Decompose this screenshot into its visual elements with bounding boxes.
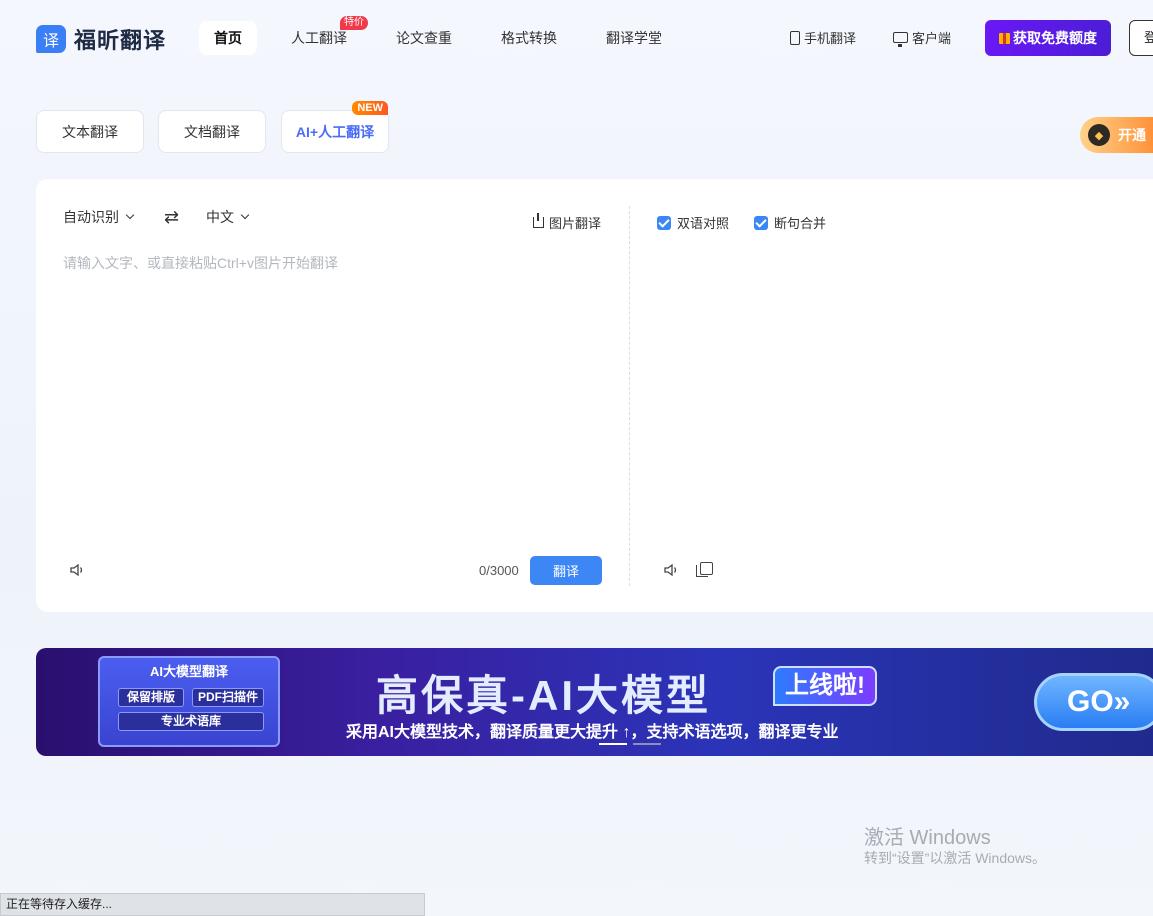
panel-divider	[629, 206, 630, 586]
tab-text-translate[interactable]: 文本翻译	[36, 110, 144, 153]
phone-icon	[790, 30, 800, 45]
tab-document-translate[interactable]: 文档翻译	[158, 110, 266, 153]
carousel-dot-active[interactable]	[599, 743, 627, 745]
source-text-input[interactable]	[63, 253, 603, 533]
logo-icon: 译	[36, 25, 66, 53]
nav-format-convert[interactable]: 格式转换	[486, 21, 572, 55]
chevron-down-icon	[125, 210, 135, 220]
target-language-select[interactable]: 中文	[206, 207, 250, 227]
carousel-dot[interactable]	[633, 743, 661, 745]
client-label: 客户端	[912, 31, 952, 46]
nav-home[interactable]: 首页	[199, 21, 257, 55]
top-header: 译 福昕翻译 首页 人工翻译 特价 论文查重 格式转换 翻译学堂 手机翻译 客户…	[0, 0, 1153, 76]
promo-banner[interactable]: AI大模型翻译 保留排版 PDF扫描件 专业术语库 高保真-AI大模型 上线啦!…	[36, 648, 1153, 756]
banner-go-button[interactable]: GO»	[1034, 673, 1153, 731]
translate-button[interactable]: 翻译	[530, 556, 602, 585]
free-quota-label: 获取免费额度	[1013, 30, 1097, 46]
nav-translation-academy[interactable]: 翻译学堂	[591, 21, 677, 55]
banner-online-tag: 上线啦!	[773, 666, 877, 706]
checkbox-checked-icon	[754, 215, 768, 230]
vip-open-button[interactable]: ◆ 开通	[1080, 117, 1153, 153]
bilingual-checkbox[interactable]: 双语对照	[657, 213, 729, 232]
activation-watermark-title: 激活 Windows	[864, 827, 991, 849]
main-nav: 首页 人工翻译 特价 论文查重 格式转换 翻译学堂	[199, 16, 696, 55]
nav-plagiarism-check[interactable]: 论文查重	[381, 21, 467, 55]
speaker-icon[interactable]	[69, 562, 85, 578]
login-button[interactable]: 登	[1129, 20, 1153, 56]
activation-watermark-text: 转到“设置”以激活 Windows。	[864, 850, 1047, 866]
banner-chip-terms: 专业术语库	[118, 712, 264, 731]
diamond-icon: ◆	[1088, 124, 1110, 146]
logo[interactable]: 译 福昕翻译	[36, 23, 166, 55]
image-translate-button[interactable]: 图片翻译	[533, 213, 601, 232]
swap-languages-icon[interactable]: ⇄	[164, 207, 179, 228]
browser-status-bar: 正在等待存入缓存...	[0, 893, 425, 916]
logo-text: 福昕翻译	[74, 28, 167, 53]
banner-feature-card: AI大模型翻译 保留排版 PDF扫描件 专业术语库	[98, 656, 280, 747]
mobile-translate-label: 手机翻译	[804, 31, 857, 46]
gift-icon	[999, 32, 1010, 44]
nav-human-translation[interactable]: 人工翻译 特价	[276, 16, 368, 55]
copy-icon[interactable]	[696, 562, 713, 577]
carousel-dots	[599, 743, 667, 745]
merge-sentences-checkbox[interactable]: 断句合并	[754, 213, 826, 232]
banner-card-title: AI大模型翻译	[149, 664, 228, 679]
tab-ai-human-label: AI+人工翻译	[295, 123, 375, 140]
monitor-icon	[893, 32, 908, 47]
client-link[interactable]: 客户端	[893, 28, 951, 47]
tab-ai-human-translate[interactable]: AI+人工翻译 NEW	[281, 101, 389, 153]
checkbox-checked-icon	[657, 215, 671, 230]
mobile-translate-link[interactable]: 手机翻译	[790, 28, 856, 47]
banner-chip-pdf: PDF扫描件	[192, 688, 264, 707]
source-language-select[interactable]: 自动识别	[63, 207, 135, 227]
speaker-icon[interactable]	[663, 562, 679, 578]
image-translate-label: 图片翻译	[549, 216, 602, 231]
nav-human-translation-label: 人工翻译	[291, 30, 347, 46]
translation-panel: 自动识别 ⇄ 中文 图片翻译 0/3000 翻译 双语对照 断句合并	[36, 179, 1153, 612]
new-badge: NEW	[352, 101, 388, 115]
banner-title: 高保真-AI大模型	[376, 672, 711, 719]
char-count: 0/3000	[479, 563, 519, 578]
vip-label: 开通	[1118, 127, 1146, 143]
sale-badge: 特价	[340, 16, 368, 30]
target-language-label: 中文	[206, 209, 234, 225]
merge-sentences-label: 断句合并	[774, 216, 827, 231]
bilingual-label: 双语对照	[677, 216, 730, 231]
banner-subtitle: 采用AI大模型技术，翻译质量更大提升 ↑，支持术语选项，翻译更专业	[346, 724, 839, 741]
upload-icon	[533, 213, 544, 228]
free-quota-button[interactable]: 获取免费额度	[985, 20, 1111, 56]
banner-chip-layout: 保留排版	[118, 688, 184, 707]
source-language-label: 自动识别	[63, 209, 119, 225]
chevron-down-icon	[240, 210, 250, 220]
